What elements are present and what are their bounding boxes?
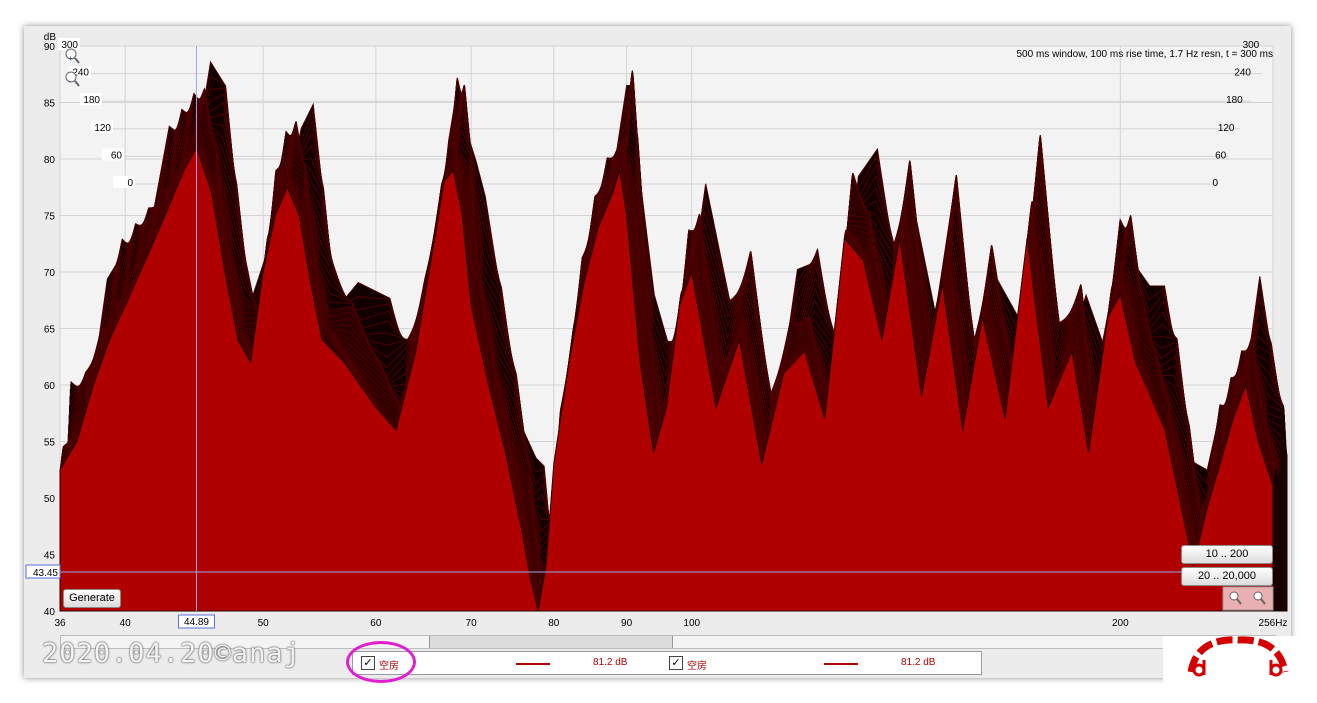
- svg-text:+: +: [68, 54, 73, 63]
- legend: ✓ 空房 81.2 dB ✓ 空房 81.2 dB: [352, 651, 982, 675]
- legend-swatch-2: [824, 663, 858, 665]
- x-tick-label: 60: [370, 618, 382, 629]
- x-tick-label: 90: [621, 618, 633, 629]
- x-tick-label: 40: [120, 618, 132, 629]
- time-tick-label-right: 60: [1215, 150, 1227, 161]
- y-tick-label: 60: [44, 381, 56, 392]
- generate-button[interactable]: Generate: [63, 589, 121, 608]
- time-tick-label-left: 0: [127, 178, 133, 189]
- range-10-200-button[interactable]: 10 .. 200: [1181, 545, 1273, 564]
- y-tick-label: 50: [44, 494, 56, 505]
- y-tick-label: 45: [44, 551, 56, 562]
- logo: [1163, 636, 1313, 698]
- x-tick-label: 100: [683, 618, 700, 629]
- watermark: 2020.04.20©anaj: [42, 638, 301, 669]
- x-tick-label: 256Hz: [1259, 618, 1288, 629]
- app-window: dB 40 45 50 55 60 65 70 75 80 85 90 36 40 50 60 70 80 90 10…: [24, 26, 1291, 678]
- time-tick-label-left: 120: [94, 123, 111, 134]
- y-tick-label: 65: [44, 325, 56, 336]
- y-tick-label: 90: [44, 42, 56, 53]
- y-tick-label: 75: [44, 212, 56, 223]
- headphones-logo-icon: [1187, 636, 1289, 677]
- time-tick-label-right: 240: [1234, 68, 1251, 79]
- legend-name-2: 空房: [687, 661, 707, 672]
- x-tick-label: 80: [548, 618, 560, 629]
- x-tick-label: 36: [54, 618, 66, 629]
- y-tick-label: 85: [44, 99, 56, 110]
- y-tick-label: 80: [44, 155, 56, 166]
- time-tick-label-right: 0: [1212, 178, 1218, 189]
- time-tick-label-right: 180: [1226, 95, 1243, 106]
- time-tick-label-right: 120: [1218, 123, 1235, 134]
- time-tick-label-left: 60: [111, 150, 123, 161]
- chart-annotation: 500 ms window, 100 ms rise time, 1.7 Hz …: [1017, 49, 1274, 60]
- waterfall-chart: dB404550556065707580859036 40 50 60 70 80 90 10…: [25, 32, 1288, 629]
- legend-value-2: 81.2 dB: [901, 657, 936, 668]
- scrollbar-thumb[interactable]: [429, 636, 673, 648]
- legend-highlight-circle: [346, 641, 416, 683]
- legend-swatch-1: [516, 663, 550, 665]
- y-tick-label: 70: [44, 268, 56, 279]
- x-tick-label: 70: [466, 618, 478, 629]
- y-tick-label: 55: [44, 438, 56, 449]
- vertical-zoom-controls[interactable]: [1222, 586, 1274, 611]
- y-tick-label: 40: [44, 607, 56, 618]
- cursor-x-label: 44.89: [184, 617, 209, 628]
- legend-checkbox-2[interactable]: ✓: [669, 656, 683, 670]
- x-tick-label: 200: [1112, 618, 1129, 629]
- legend-value-1: 81.2 dB: [593, 657, 628, 668]
- x-tick-label: 50: [258, 618, 270, 629]
- time-tick-label-left: 180: [83, 95, 100, 106]
- cursor-y-label: 43.45: [33, 568, 58, 579]
- range-20-20000-button[interactable]: 20 .. 20,000: [1181, 567, 1273, 586]
- svg-text:-: -: [68, 76, 71, 86]
